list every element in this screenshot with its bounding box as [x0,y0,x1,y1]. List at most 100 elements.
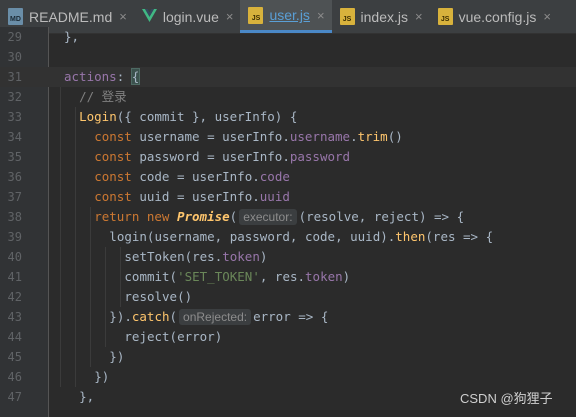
code-token: password = userInfo. [139,149,290,164]
code-token: catch [131,309,170,324]
close-tab-icon[interactable]: × [415,9,423,24]
code-line: 37 const uuid = userInfo.uuid [0,187,576,207]
code-token: actions [64,69,117,84]
code-token: // 登录 [79,89,127,104]
code-token: (resolve, reject) => { [298,209,465,224]
code-text: reject(error) [124,327,222,347]
close-tab-icon[interactable]: × [543,9,551,24]
code-token: uuid = userInfo. [139,189,260,204]
code-token: code [259,169,290,184]
code-text: }, [64,27,79,47]
tab-label: vue.config.js [458,8,537,25]
code-text: }, [79,387,94,407]
js-file-icon: JS [437,8,453,25]
code-token: (res => { [425,229,494,244]
line-number: 47 [7,390,22,404]
code-token: return new [94,209,177,224]
code-token: login(username, password, code, uuid). [109,229,396,244]
line-number: 43 [7,310,22,324]
code-token: ({ commit }, userInfo) { [116,109,298,124]
tab-label: user.js [269,7,310,23]
close-tab-icon[interactable]: × [226,9,234,24]
code-token: username [289,129,351,144]
code-token: uuid [259,189,290,204]
parameter-hint: executor: [239,209,297,225]
js-file-icon: JS [248,6,264,24]
tab-label: index.js [360,8,408,25]
code-token: }) [109,349,125,364]
line-number: 30 [7,50,22,64]
code-token: ) [342,269,351,284]
tab-label: README.md [29,8,113,25]
line-number: 38 [7,210,22,224]
code-text: const username = userInfo.username.trim(… [94,127,403,147]
code-token: Promise [176,209,230,224]
line-number: 31 [7,70,22,84]
code-token: . [350,129,358,144]
code-token: const [94,189,140,204]
code-line: 45}) [0,347,576,367]
code-editor[interactable]: 29}, 30 31 actions: {32// 登录 33 Login({ commi… [0,27,576,417]
line-number: 36 [7,170,22,184]
close-tab-icon[interactable]: × [317,8,325,23]
code-token: ) [259,249,268,264]
code-text: }) [94,367,109,387]
line-number: 39 [7,230,22,244]
code-text: const uuid = userInfo.uuid [94,187,290,207]
vue-file-icon [141,8,157,25]
code-token: token [305,269,343,284]
line-number: 37 [7,190,22,204]
code-text: setToken(res.token) [124,247,267,267]
code-text: return new Promise(executor: (resolve, re… [94,207,464,227]
js-file-icon: JS [339,8,355,25]
code-line: 32 // 登录 [0,87,576,107]
code-token: setToken(res. [124,249,223,264]
code-text: actions: { [64,67,141,87]
code-text: const password = userInfo.password [94,147,350,167]
code-token: reject(error) [124,329,223,344]
watermark: CSDN @狗狸子 [460,391,553,406]
code-token: error => { [253,309,329,324]
code-token: }) [94,369,110,384]
line-number: 45 [7,350,22,364]
code-text: // 登录 [79,87,127,107]
code-token: code = userInfo. [139,169,260,184]
code-token: () [387,129,403,144]
line-number: 46 [7,370,22,384]
code-line: 36 const code = userInfo.code [0,167,576,187]
code-line: 39 login(username, password, code, uuid).… [0,227,576,247]
line-number: 29 [7,30,22,44]
code-token: , res. [259,269,306,284]
code-token: password [289,149,351,164]
code-text: commit('SET_TOKEN', res.token) [124,267,350,287]
line-number: 41 [7,270,22,284]
code-text: login(username, password, code, uuid).th… [109,227,493,247]
code-token: trim [357,129,388,144]
code-token: then [395,229,426,244]
code-line: 31 actions: { [0,67,576,87]
code-text: }) [109,347,124,367]
code-token: commit( [124,269,178,284]
code-token: }, [79,389,95,404]
code-token: ( [169,309,178,324]
line-number: 32 [7,90,22,104]
close-tab-icon[interactable]: × [119,9,127,24]
line-number: 35 [7,150,22,164]
code-text: resolve() [124,287,192,307]
line-number: 40 [7,250,22,264]
line-number: 34 [7,130,22,144]
parameter-hint: onRejected: [179,309,252,325]
code-token: const [94,129,140,144]
code-token: const [94,149,140,164]
code-token: : [116,69,132,84]
code-token: { [130,68,141,85]
code-text: Login({ commit }, userInfo) { [79,107,297,127]
code-line: 43}).catch(onRejected: error => { [0,307,576,327]
code-token: ( [229,209,238,224]
line-number: 33 [7,110,22,124]
code-token: }, [64,29,80,44]
code-token: const [94,169,140,184]
code-line: 41 commit('SET_TOKEN', res.token) [0,267,576,287]
code-line: 34 const username = userInfo.username.tri… [0,127,576,147]
code-line: 42 resolve() [0,287,576,307]
